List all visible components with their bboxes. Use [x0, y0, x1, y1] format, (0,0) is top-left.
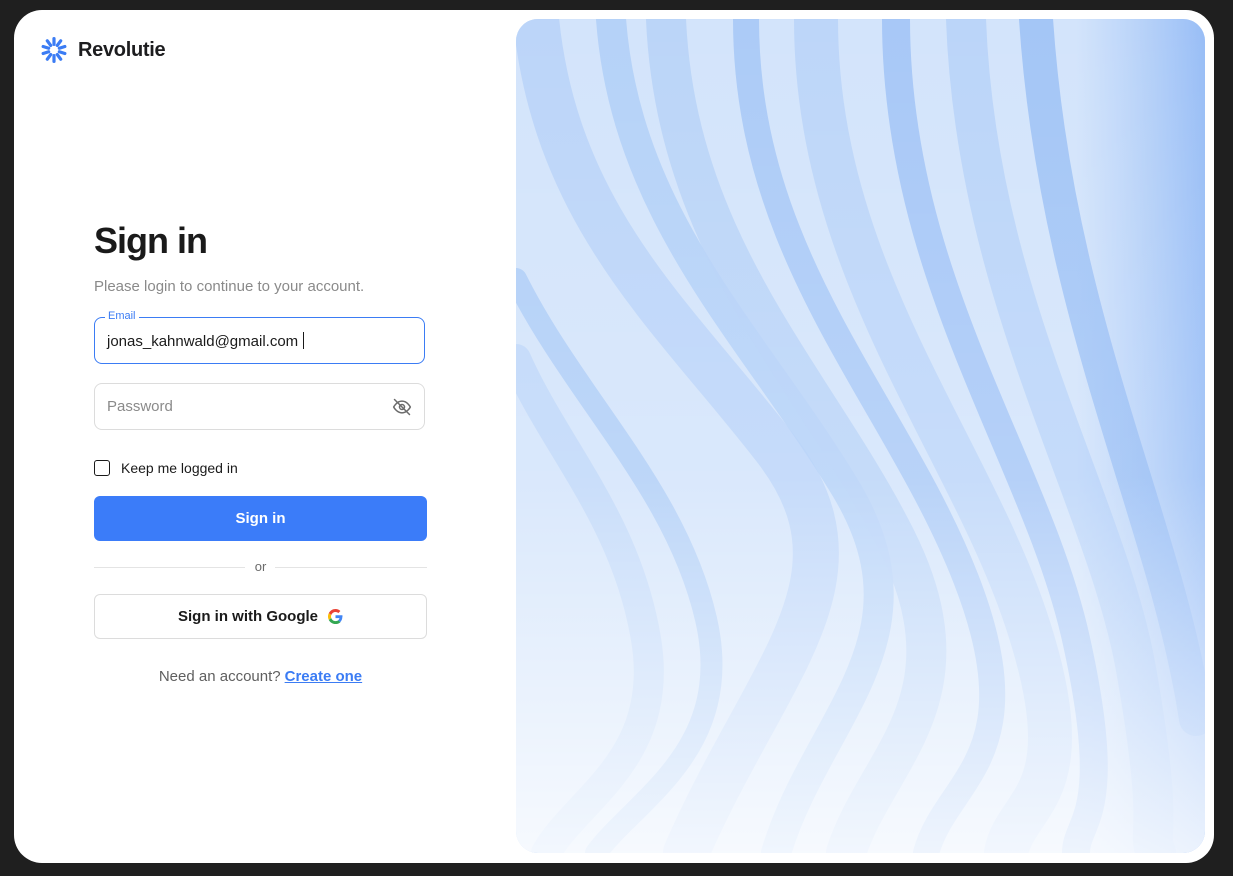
google-sign-in-button[interactable]: Sign in with Google: [94, 594, 427, 639]
keep-logged-in-label: Keep me logged in: [121, 460, 238, 476]
signup-prompt: Need an account? Create one: [94, 668, 427, 685]
password-field[interactable]: Password: [94, 383, 425, 430]
email-label: Email: [105, 310, 139, 322]
email-field[interactable]: Email jonas_kahnwald@gmail.com: [94, 310, 425, 364]
eye-off-icon[interactable]: [392, 397, 412, 417]
page-subtitle: Please login to continue to your account…: [94, 278, 365, 295]
wave-pattern-illustration: [516, 19, 1205, 853]
create-account-link[interactable]: Create one: [285, 668, 363, 685]
signup-prompt-text: Need an account?: [158, 668, 281, 685]
brand[interactable]: Revolutie: [40, 36, 166, 64]
sign-in-form: Sign in Please login to continue to your…: [94, 220, 427, 685]
login-card: Revolutie Sign in Please login to contin…: [14, 10, 1214, 863]
brand-name: Revolutie: [78, 38, 166, 61]
or-divider: or: [94, 558, 427, 576]
keep-logged-in[interactable]: Keep me logged in: [94, 460, 238, 476]
google-button-label: Sign in with Google: [178, 608, 318, 625]
text-caret: [303, 332, 305, 349]
hero-image: [516, 19, 1205, 853]
email-value: jonas_kahnwald@gmail.com: [107, 333, 299, 350]
sunburst-logo-icon: [41, 37, 67, 63]
page-title: Sign in: [94, 220, 208, 261]
password-placeholder: Password: [107, 398, 173, 415]
divider-text: or: [254, 559, 267, 574]
keep-logged-in-checkbox[interactable]: [94, 460, 110, 476]
google-icon: [328, 609, 343, 624]
sign-in-button[interactable]: Sign in: [94, 496, 427, 541]
